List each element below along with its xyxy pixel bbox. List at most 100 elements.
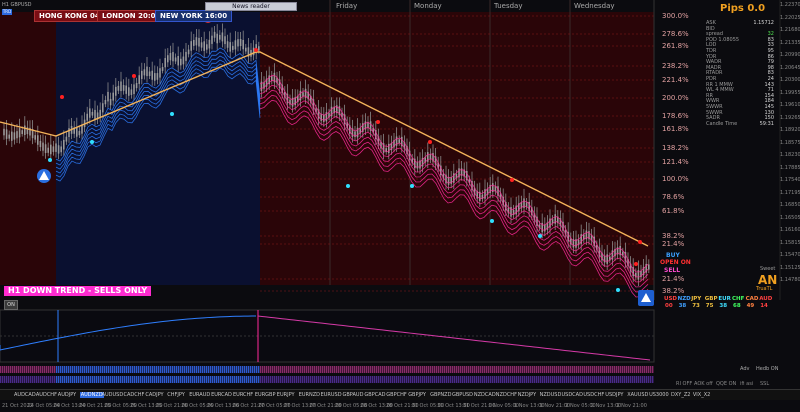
- symbol-button[interactable]: CHFJPY: [167, 392, 185, 398]
- symbol-button[interactable]: AUDNZD: [79, 392, 104, 398]
- histogram-bar: [362, 376, 364, 383]
- histogram-bar: [128, 366, 130, 373]
- symbol-button[interactable]: VIX_X2: [693, 392, 710, 398]
- symbol-button[interactable]: EURUSD: [321, 392, 342, 398]
- histogram-bar: [44, 366, 46, 373]
- symbol-button[interactable]: GBPCHF: [386, 392, 406, 398]
- histogram-bar: [180, 366, 182, 373]
- symbol-button[interactable]: NZDUSD: [540, 392, 562, 398]
- symbol-button[interactable]: CADJPY: [145, 392, 163, 398]
- histogram-bar: [422, 376, 424, 383]
- histogram-bar: [254, 366, 256, 373]
- symbol-button[interactable]: AUDCHF: [36, 392, 57, 398]
- symbol-button[interactable]: AUDUSD: [102, 392, 124, 398]
- histogram-bar: [136, 366, 138, 373]
- histogram-bar: [304, 366, 306, 373]
- signal-open-on: OPEN ON: [660, 259, 691, 266]
- histogram-bar: [284, 376, 286, 383]
- histogram-bar: [588, 376, 590, 383]
- histogram-bar: [534, 376, 536, 383]
- candle-body: [603, 255, 606, 263]
- currency-name: AUD: [759, 296, 773, 302]
- histogram-bar: [406, 376, 408, 383]
- histogram-bar: [104, 366, 106, 373]
- candle-body: [63, 139, 65, 150]
- symbol-button[interactable]: NZDJPY: [518, 392, 536, 398]
- symbol-button[interactable]: EURJPY: [277, 392, 295, 398]
- histogram-bar: [246, 376, 248, 383]
- candle-body: [164, 58, 166, 68]
- histogram-bar: [418, 376, 420, 383]
- symbol-button[interactable]: GBPUSD: [452, 392, 473, 398]
- histogram-bar: [4, 376, 6, 383]
- histogram-bar: [636, 376, 638, 383]
- histogram-bar: [366, 376, 368, 383]
- symbol-button[interactable]: DXY_Z2: [671, 392, 690, 398]
- news-reader-button[interactable]: News reader: [205, 2, 297, 11]
- on-button[interactable]: ON: [4, 300, 18, 310]
- histogram-bar: [518, 376, 520, 383]
- symbol-button[interactable]: GBPAUD: [343, 392, 364, 398]
- symbol-button[interactable]: NZDCHF: [496, 392, 517, 398]
- histogram-bar: [648, 376, 650, 383]
- histogram-bar: [442, 366, 444, 373]
- histogram-bar: [182, 366, 184, 373]
- symbol-button[interactable]: USDCHF: [583, 392, 604, 398]
- histogram-bar: [288, 376, 290, 383]
- histogram-bar: [272, 376, 274, 383]
- symbol-button[interactable]: US3000: [649, 392, 669, 398]
- histogram-bar: [248, 366, 250, 373]
- pips-title: Pips 0.0: [720, 3, 766, 14]
- histogram-bar: [416, 366, 418, 373]
- histogram-bar: [430, 376, 432, 383]
- histogram-bar: [84, 366, 86, 373]
- histogram-bar: [98, 376, 100, 383]
- candle-body: [239, 38, 242, 47]
- ssl-label[interactable]: SSL: [760, 381, 769, 387]
- qqe-on-label[interactable]: QQE ON: [716, 381, 736, 387]
- histogram-bar: [234, 366, 236, 373]
- candle-body: [232, 45, 234, 50]
- histogram-bar: [590, 366, 592, 373]
- histogram-bar: [628, 366, 630, 373]
- histogram-bar: [18, 376, 20, 383]
- histogram-bar: [138, 366, 140, 373]
- ifi-label[interactable]: ifi asi: [740, 381, 753, 387]
- symbol-button[interactable]: NZDCAD: [474, 392, 496, 398]
- ri-off-label[interactable]: RI OFF: [676, 381, 692, 387]
- trade-mini-button[interactable]: TRD: [2, 9, 12, 15]
- symbol-button[interactable]: GBPCAD: [364, 392, 385, 398]
- candle-body: [187, 49, 190, 55]
- candle-body: [107, 91, 109, 102]
- candle-body: [648, 264, 650, 270]
- symbol-button[interactable]: XAUUSD: [627, 392, 648, 398]
- symbol-button[interactable]: CADCHF: [124, 392, 145, 398]
- symbol-button[interactable]: USDCAD: [562, 392, 583, 398]
- histogram-bar: [92, 376, 94, 383]
- symbol-button[interactable]: GBPNZD: [430, 392, 451, 398]
- symbol-button[interactable]: EURCAD: [211, 392, 232, 398]
- candle-body: [320, 113, 322, 121]
- symbol-button[interactable]: EURGBP: [255, 392, 276, 398]
- histogram-bar: [294, 376, 296, 383]
- candle-body: [65, 136, 68, 142]
- histogram-bar: [246, 366, 248, 373]
- histogram-bar: [36, 366, 38, 373]
- histogram-bar: [252, 366, 254, 373]
- symbol-button[interactable]: USDJPY: [605, 392, 623, 398]
- symbol-button[interactable]: EURNZD: [299, 392, 320, 398]
- histogram-bar: [600, 366, 602, 373]
- symbol-button[interactable]: AUDJPY: [58, 392, 76, 398]
- histogram-bar: [112, 366, 114, 373]
- histogram-bar: [20, 366, 22, 373]
- histogram-bar: [36, 376, 38, 383]
- aok-off-label[interactable]: AOK off: [694, 381, 713, 387]
- symbol-button[interactable]: GBPJPY: [408, 392, 426, 398]
- histogram-bar: [160, 376, 162, 383]
- symbol-button[interactable]: AUDCAD: [14, 392, 36, 398]
- symbol-button[interactable]: EURAUD: [189, 392, 210, 398]
- histogram-bar: [62, 366, 64, 373]
- histogram-bar: [70, 366, 72, 373]
- histogram-bar: [370, 366, 372, 373]
- symbol-button[interactable]: EURCHF: [233, 392, 253, 398]
